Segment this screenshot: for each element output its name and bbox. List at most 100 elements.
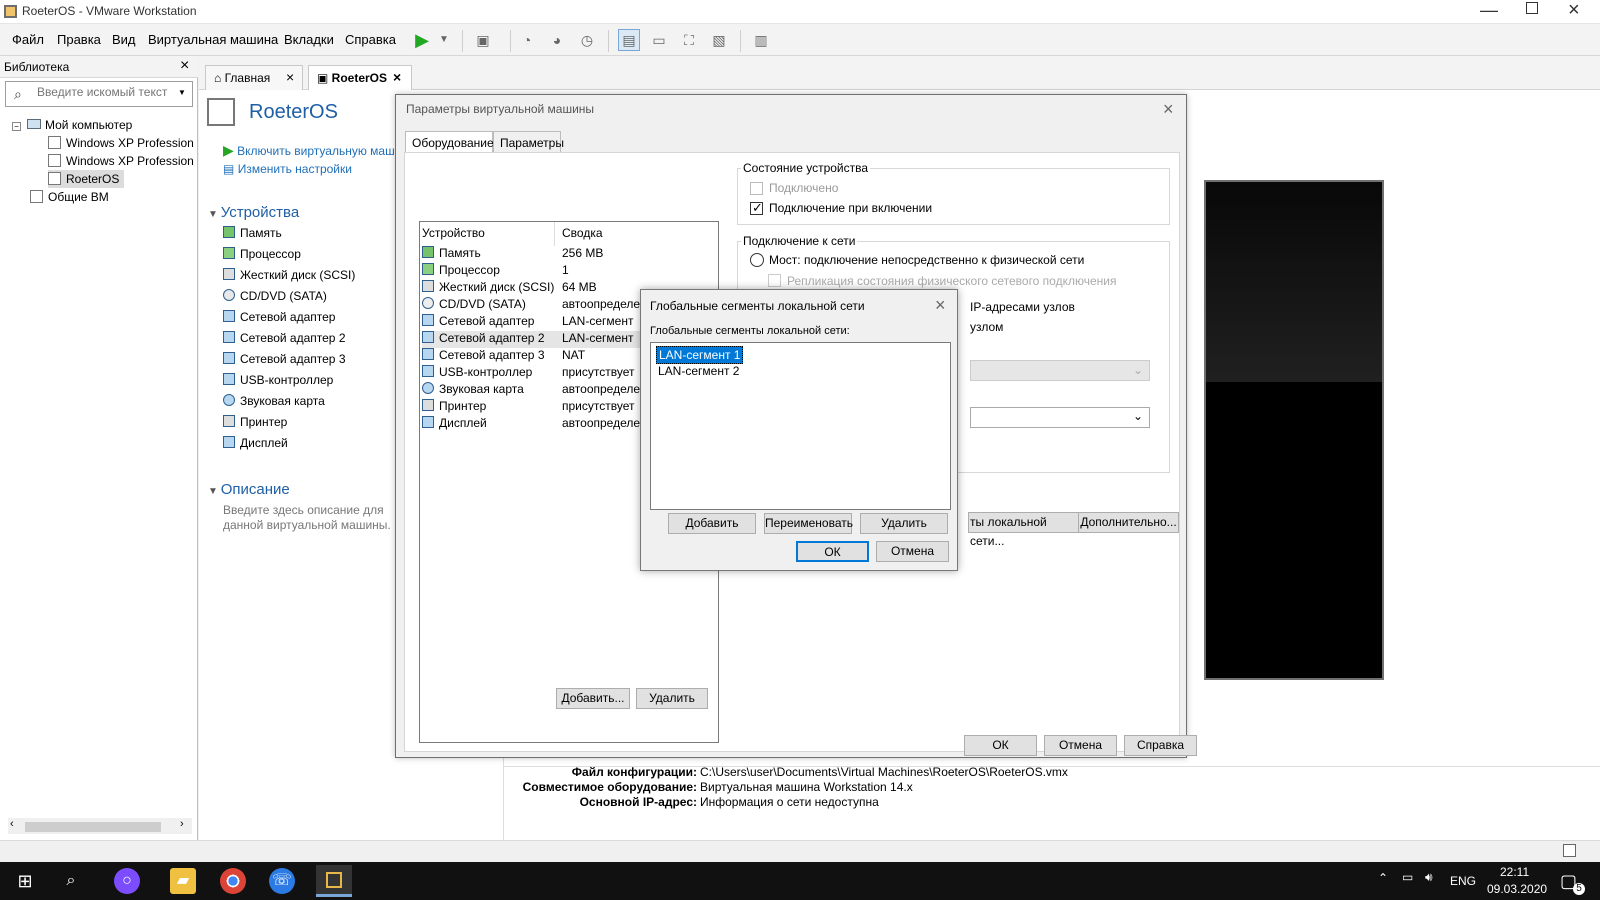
remove-device-button[interactable]: Удалить (636, 688, 708, 709)
menu-view[interactable]: Вид (112, 32, 136, 47)
device-network-2[interactable]: Сетевой адаптер 2 (223, 331, 346, 349)
search-taskbar-icon[interactable]: ⌕ (58, 868, 84, 894)
lan-segment-item-1[interactable]: LAN-сегмент 1 (656, 346, 744, 364)
device-display[interactable]: Дисплей (223, 436, 288, 454)
snapshot-manager-icon[interactable]: ◷ (576, 29, 598, 51)
tree-vm-xp-1[interactable]: Windows XP Professional (48, 134, 194, 152)
device-usb[interactable]: USB-контроллер (223, 373, 333, 391)
volume-icon[interactable]: 🔊︎ (1425, 870, 1433, 885)
restore-icon[interactable] (1526, 2, 1538, 14)
lan-remove-button[interactable]: Удалить (860, 513, 948, 534)
console-view-icon[interactable]: ▭ (648, 29, 670, 51)
library-close-icon[interactable]: × (180, 57, 189, 75)
device-network-3[interactable]: Сетевой адаптер 3 (223, 352, 346, 370)
menu-tabs[interactable]: Вкладки (284, 32, 334, 47)
menu-vm[interactable]: Виртуальная машина (148, 32, 278, 47)
lan-segment-select[interactable]: ⌄ (970, 407, 1150, 428)
menu-bar: Файл Правка Вид Виртуальная машина Вклад… (0, 24, 1600, 56)
snapshot-take-icon[interactable]: ◔ (516, 29, 538, 51)
device-hdd[interactable]: Жесткий диск (SCSI) (223, 268, 355, 286)
tab-vm[interactable]: ▣ RoeterOS × (308, 65, 412, 90)
edit-settings-link[interactable]: ▤ Изменить настройки (223, 162, 352, 176)
device-row-processor[interactable]: Процессор 1 (422, 263, 716, 280)
lan-segment-item-2[interactable]: LAN-сегмент 2 (658, 364, 739, 378)
library-view-icon[interactable]: ▤ (618, 29, 640, 51)
tree-shared-vms[interactable]: Общие ВМ (30, 188, 109, 206)
library-search-input[interactable] (37, 85, 172, 99)
tray-expand-icon[interactable]: ⌃ (1378, 871, 1388, 885)
lan-close-icon[interactable]: × (935, 296, 946, 314)
device-memory[interactable]: Память (223, 226, 282, 244)
tab-home[interactable]: ⌂ Главная × (205, 65, 303, 90)
device-printer[interactable]: Принтер (223, 415, 287, 433)
sound-icon (422, 382, 434, 394)
message-log-icon[interactable] (1563, 844, 1576, 857)
device-network-1[interactable]: Сетевой адаптер (223, 310, 335, 328)
settings-ok-button[interactable]: ОК (964, 735, 1037, 756)
clock-time[interactable]: 22:11 (1500, 865, 1529, 879)
settings-close-icon[interactable]: × (1163, 100, 1174, 118)
lan-ok-button[interactable]: ОК (796, 541, 869, 562)
lan-rename-button[interactable]: Переименовать (764, 513, 853, 534)
app-icon (4, 5, 17, 18)
vm-screen-preview[interactable] (1204, 180, 1384, 680)
unity-icon[interactable]: ▧ (708, 29, 730, 51)
menu-file[interactable]: Файл (12, 32, 44, 47)
dropdown-icon[interactable]: ▼ (433, 29, 455, 51)
close-tab-icon[interactable]: × (286, 69, 294, 85)
language-indicator[interactable]: ENG (1450, 874, 1476, 888)
tab-hardware[interactable]: Оборудование (405, 131, 494, 154)
description-text[interactable]: Введите здесь описание для данной виртуа… (223, 503, 398, 535)
device-cdrom[interactable]: CD/DVD (SATA) (223, 289, 327, 307)
memory-icon (422, 246, 434, 258)
network-tray-icon[interactable]: ▭ (1402, 870, 1413, 884)
menu-help[interactable]: Справка (345, 32, 396, 47)
power-on-link[interactable]: ▶ Включить виртуальную машину (223, 142, 414, 159)
snapshot-revert-icon[interactable]: ◕ (546, 29, 568, 51)
lan-segment-list[interactable]: LAN-сегмент 1 LAN-сегмент 2 (650, 342, 951, 510)
fullscreen-icon[interactable]: ⛶ (678, 29, 700, 51)
phone-app-icon[interactable]: ☏ (269, 868, 295, 894)
connected-checkbox[interactable] (750, 182, 763, 195)
add-device-button[interactable]: Добавить... (556, 688, 630, 709)
devices-title[interactable]: ▼ Устройства (208, 204, 299, 221)
menu-edit[interactable]: Правка (57, 32, 101, 47)
lan-segments-button[interactable]: ты локальной сети... (968, 512, 1080, 548)
expand-icon: ▼ (208, 486, 221, 497)
chrome-icon[interactable] (220, 868, 246, 894)
status-bar (0, 840, 1600, 862)
device-row-memory[interactable]: Память 256 MB (422, 246, 716, 263)
tree-vm-xp-2[interactable]: Windows XP Professional (48, 152, 194, 170)
device-processor[interactable]: Процессор (223, 247, 301, 265)
lan-add-button[interactable]: Добавить (668, 513, 756, 534)
tab-bar: ⌂ Главная × ▣ RoeterOS × (199, 56, 1600, 90)
settings-cancel-button[interactable]: Отмена (1044, 735, 1117, 756)
description-title[interactable]: ▼ Описание (208, 481, 290, 498)
search-dropdown-icon[interactable]: ▼ (178, 88, 186, 97)
close-tab-icon[interactable]: × (393, 69, 401, 85)
library-search[interactable]: ⌕ ▼ (5, 81, 193, 107)
advanced-button[interactable]: Дополнительно... (1078, 512, 1179, 533)
ip-label: Основной IP-адрес: (579, 795, 697, 809)
connect-on-checkbox[interactable]: ✓ (750, 200, 763, 215)
horizontal-scrollbar[interactable]: ‹ › (8, 818, 192, 834)
tree-my-computer[interactable]: − Мой компьютер (12, 116, 132, 134)
tree-vm-roeteros[interactable]: RoeterOS (48, 170, 125, 188)
clock-date[interactable]: 09.03.2020 (1487, 882, 1547, 896)
device-sound[interactable]: Звуковая карта (223, 394, 325, 412)
collapse-icon[interactable]: − (12, 122, 21, 131)
settings-help-button[interactable]: Справка (1124, 735, 1197, 756)
bridge-radio[interactable] (750, 253, 764, 267)
close-icon[interactable]: × (1568, 0, 1580, 22)
vmware-taskbar-icon[interactable] (316, 865, 352, 897)
file-explorer-icon[interactable]: ▰ (170, 868, 196, 894)
power-on-icon[interactable]: ▶ (411, 29, 433, 51)
windows-start-icon[interactable]: ⊞ (12, 868, 38, 894)
snapshot-icon[interactable]: ▣ (472, 29, 494, 51)
lan-cancel-button[interactable]: Отмена (876, 541, 949, 562)
alice-icon[interactable]: ○ (114, 868, 140, 894)
tab-options[interactable]: Параметры (493, 131, 564, 153)
minimize-icon[interactable]: — (1480, 0, 1498, 21)
thumbnail-icon[interactable]: ▥ (750, 29, 772, 51)
replicate-checkbox[interactable] (768, 274, 781, 287)
